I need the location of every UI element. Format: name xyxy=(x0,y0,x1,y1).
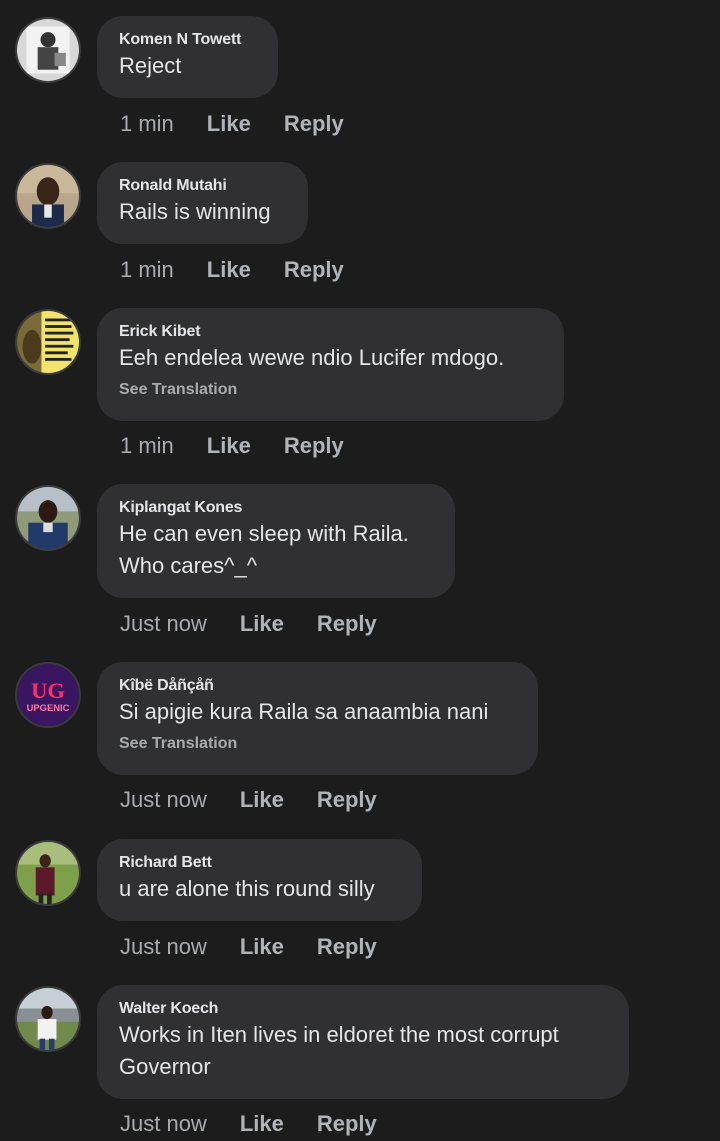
avatar[interactable]: UG UPGENIC xyxy=(15,662,81,728)
see-translation-link[interactable]: See Translation xyxy=(119,734,516,754)
see-translation-link[interactable]: See Translation xyxy=(119,380,542,400)
comment-actions: Just now Like Reply xyxy=(120,787,377,813)
reply-button[interactable]: Reply xyxy=(284,433,344,459)
reply-button[interactable]: Reply xyxy=(317,611,377,637)
comment-timestamp: Just now xyxy=(120,934,207,959)
comment-actions: 1 min Like Reply xyxy=(120,433,344,459)
comment-bubble: Richard Bett u are alone this round sill… xyxy=(97,839,422,921)
comment-bubble: Erick Kibet Eeh endelea wewe ndio Lucife… xyxy=(97,308,564,421)
comment-timestamp: 1 min xyxy=(120,433,174,458)
comment-bubble: Walter Koech Works in Iten lives in eldo… xyxy=(97,985,629,1099)
comment-text: Eeh endelea wewe ndio Lucifer mdogo. xyxy=(119,345,505,370)
avatar[interactable] xyxy=(15,485,81,551)
like-button[interactable]: Like xyxy=(207,257,251,283)
comment-timestamp: 1 min xyxy=(120,111,174,136)
avatar[interactable] xyxy=(15,163,81,229)
profile-photo-icon xyxy=(17,311,79,373)
like-button[interactable]: Like xyxy=(240,934,284,960)
like-button[interactable]: Like xyxy=(207,433,251,459)
comment-author[interactable]: Ronald Mutahi xyxy=(119,176,286,196)
comment-timestamp: Just now xyxy=(120,787,207,812)
comment-author[interactable]: Erick Kibet xyxy=(119,322,542,342)
comment-bubble: Komen N Towett Reject xyxy=(97,16,278,98)
comment-bubble: Kiplangat Kones He can even sleep with R… xyxy=(97,484,455,598)
comment-author[interactable]: Richard Bett xyxy=(119,853,400,873)
comment-text: He can even sleep with Raila. Who cares^… xyxy=(119,521,409,578)
avatar[interactable] xyxy=(15,840,81,906)
like-button[interactable]: Like xyxy=(240,611,284,637)
avatar[interactable] xyxy=(15,986,81,1052)
comment-timestamp: 1 min xyxy=(120,257,174,282)
like-button[interactable]: Like xyxy=(240,1111,284,1137)
comment-text: Works in Iten lives in eldoret the most … xyxy=(119,1022,559,1079)
like-button[interactable]: Like xyxy=(240,787,284,813)
comment-bubble: Kîbë Dåñçåñ Si apigie kura Raila sa anaa… xyxy=(97,662,538,775)
profile-photo-icon xyxy=(17,165,79,227)
upgenic-logo-icon: UG UPGENIC xyxy=(17,664,79,726)
comment-text: u are alone this round silly xyxy=(119,876,375,901)
profile-photo-icon xyxy=(17,988,79,1050)
comment-actions: 1 min Like Reply xyxy=(120,257,344,283)
comment-actions: Just now Like Reply xyxy=(120,1111,377,1137)
comment-actions: 1 min Like Reply xyxy=(120,111,344,137)
svg-text:UG: UG xyxy=(31,678,65,703)
comment-author[interactable]: Komen N Towett xyxy=(119,30,256,50)
comment-author[interactable]: Walter Koech xyxy=(119,999,607,1019)
profile-photo-icon xyxy=(17,487,79,549)
reply-button[interactable]: Reply xyxy=(284,111,344,137)
reply-button[interactable]: Reply xyxy=(317,1111,377,1137)
comment-actions: Just now Like Reply xyxy=(120,611,377,637)
like-button[interactable]: Like xyxy=(207,111,251,137)
comment-text: Reject xyxy=(119,53,182,78)
comment-author[interactable]: Kîbë Dåñçåñ xyxy=(119,676,516,696)
comment-text: Rails is winning xyxy=(119,199,271,224)
svg-text:UPGENIC: UPGENIC xyxy=(27,702,70,713)
profile-photo-icon xyxy=(17,19,79,81)
comment-timestamp: Just now xyxy=(120,611,207,636)
avatar[interactable] xyxy=(15,309,81,375)
reply-button[interactable]: Reply xyxy=(317,787,377,813)
comment-bubble: Ronald Mutahi Rails is winning xyxy=(97,162,308,244)
comment-timestamp: Just now xyxy=(120,1111,207,1136)
reply-button[interactable]: Reply xyxy=(317,934,377,960)
comment-text: Si apigie kura Raila sa anaambia nani xyxy=(119,699,489,724)
comments-list: Komen N Towett Reject 1 min Like Reply R… xyxy=(0,0,720,1141)
profile-photo-icon xyxy=(17,842,79,904)
comment-author[interactable]: Kiplangat Kones xyxy=(119,498,433,518)
avatar[interactable] xyxy=(15,17,81,83)
comment-actions: Just now Like Reply xyxy=(120,934,377,960)
reply-button[interactable]: Reply xyxy=(284,257,344,283)
